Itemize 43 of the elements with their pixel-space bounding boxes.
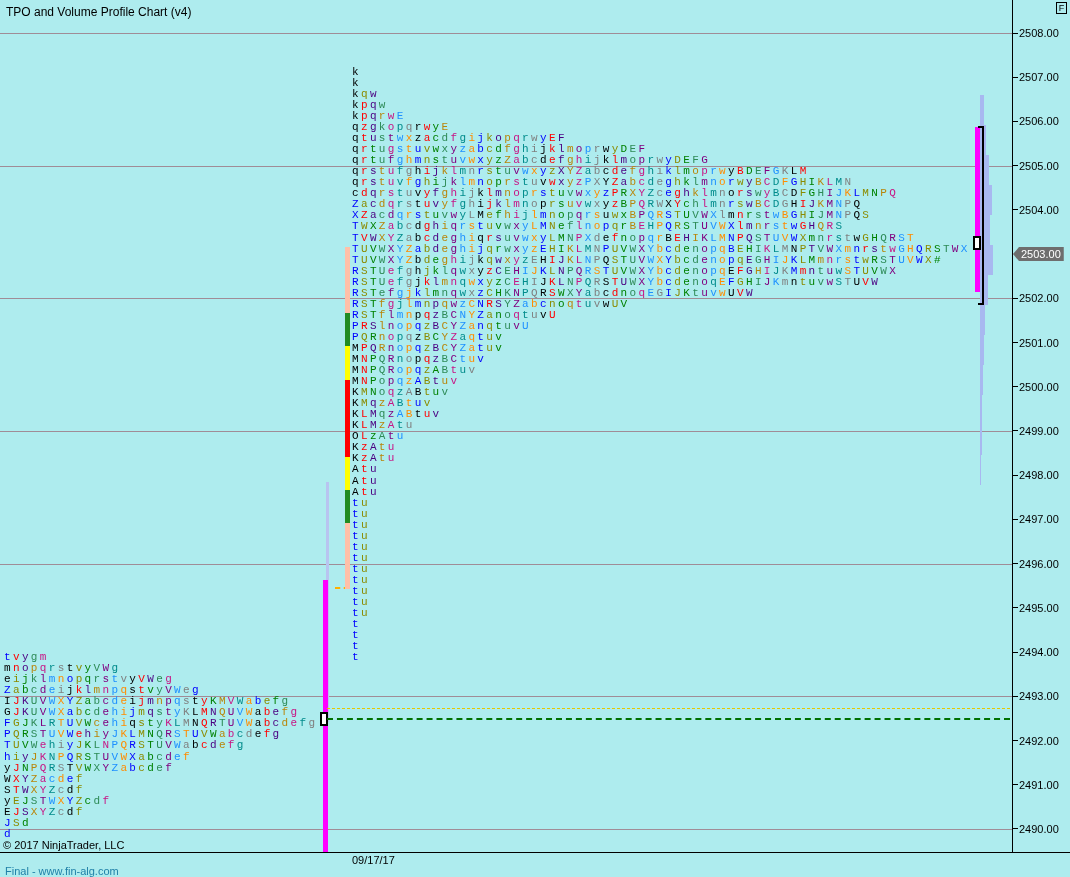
copyright-text: © 2017 NinjaTrader, LLC [3,839,125,851]
tpo-row: k [352,77,361,89]
tpo-row: t [352,641,361,653]
price-label: 2492.00 [1019,734,1059,747]
price-label: 2497.00 [1019,513,1059,526]
current-price-tag: 2503.00 [1013,247,1064,262]
f-button[interactable]: F [1056,2,1067,14]
price-label: 2501.00 [1019,336,1059,349]
tpo-row: kqw [352,88,379,100]
tpo-row: t [352,630,361,642]
tpo-row: KzAtu [352,442,397,454]
tpo-row: t [352,619,361,631]
price-label: 2493.00 [1019,690,1059,703]
poc-marker [320,712,328,726]
tpo-row: k [352,66,361,78]
price-label: 2490.00 [1019,822,1059,835]
price-label: 2494.00 [1019,646,1059,659]
price-label: 2496.00 [1019,557,1059,570]
price-label: 2499.00 [1019,424,1059,437]
price-label: 2500.00 [1019,380,1059,393]
price-label: 2502.00 [1019,292,1059,305]
date-label: 09/17/17 [352,854,395,866]
price-label: 2495.00 [1019,601,1059,614]
tpo-row: KLMqzABtuv [352,409,442,421]
tpo-row: d [4,828,13,840]
tpo-row: STWXYZcdf [4,784,85,796]
tpo-row: t [352,652,361,664]
price-label: 2504.00 [1019,203,1059,216]
tpo-row: KMqzABtuv [352,398,433,410]
price-label: 2508.00 [1019,27,1059,39]
tpo-row: KLMzAtu [352,420,415,432]
price-label: 2507.00 [1019,71,1059,84]
price-label: 2506.00 [1019,115,1059,128]
price-label: 2505.00 [1019,159,1059,172]
poc-marker [973,236,981,250]
footer-text: Final - www.fin-alg.com [5,865,119,877]
tpo-row: WXYZacdef [4,773,85,785]
tpo-row: tvygm [4,652,49,664]
tpo-row: KzAtu [352,453,397,465]
tpo-row: JSd [4,817,31,829]
price-label: 2491.00 [1019,778,1059,791]
price-label: 2498.00 [1019,469,1059,482]
chart-title: TPO and Volume Profile Chart (v4) [6,5,192,19]
